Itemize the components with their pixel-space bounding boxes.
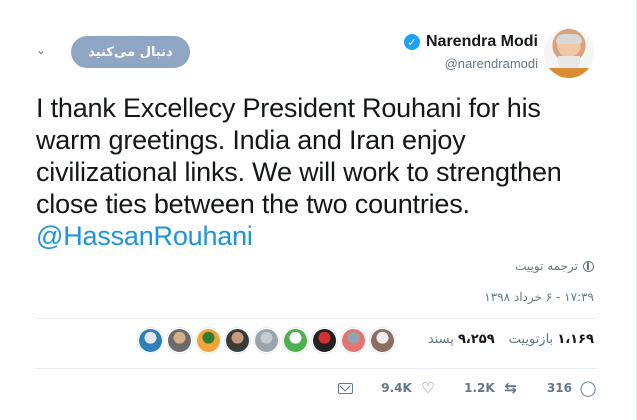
divider bbox=[36, 318, 596, 319]
tweet-timestamp[interactable]: ۱۷:۳۹ - ۶ خرداد ۱۳۹۸ bbox=[484, 290, 594, 304]
retweet-count: 1.2K bbox=[464, 381, 495, 395]
verified-badge-icon: ✓ bbox=[403, 34, 420, 50]
tweet-text-line: warm greetings. India and Iran enjoy bbox=[36, 125, 466, 155]
liker-avatars bbox=[138, 328, 395, 353]
liker-avatar[interactable] bbox=[341, 328, 366, 353]
envelope-icon bbox=[338, 382, 353, 394]
avatar-hair bbox=[556, 34, 582, 44]
reply-count: 316 bbox=[546, 381, 572, 395]
liker-avatar[interactable] bbox=[196, 328, 221, 353]
author-name-line[interactable]: ✓ Narendra Modi bbox=[403, 33, 538, 51]
engagement-stats: ۱،۱۶۹ بازتوییت ۹،۲۵۹ پسند bbox=[428, 332, 594, 347]
translate-tweet[interactable]: ترجمه توییت bbox=[515, 259, 594, 273]
reply-button[interactable]: 316 ◯ bbox=[546, 379, 597, 397]
liker-avatar[interactable] bbox=[312, 328, 337, 353]
liker-avatar[interactable] bbox=[254, 328, 279, 353]
translate-label[interactable]: ترجمه توییت bbox=[515, 259, 578, 273]
liker-avatar[interactable] bbox=[138, 328, 163, 353]
retweets-stat[interactable]: ۱،۱۶۹ بازتوییت bbox=[509, 332, 594, 347]
tweet-card: ✓ Narendra Modi @narendramodi دنبال می‌ک… bbox=[0, 0, 637, 420]
retweets-label: بازتوییت bbox=[508, 332, 554, 347]
like-count: 9.4K bbox=[381, 381, 412, 395]
mention-link[interactable]: @HassanRouhani bbox=[36, 221, 253, 251]
retweet-button[interactable]: 1.2K ⇆ bbox=[464, 379, 519, 397]
liker-avatar[interactable] bbox=[370, 328, 395, 353]
author-handle[interactable]: @narendramodi bbox=[445, 56, 538, 71]
profile-avatar[interactable] bbox=[544, 28, 594, 78]
tweet-text-line: I thank Excellecy President Rouhani for … bbox=[36, 93, 541, 123]
chevron-down-icon[interactable]: ⌄ bbox=[36, 44, 48, 56]
tweet-text: I thank Excellecy President Rouhani for … bbox=[36, 92, 606, 252]
avatar-shirt bbox=[544, 68, 594, 78]
divider bbox=[36, 368, 596, 369]
heart-icon: ♡ bbox=[421, 379, 435, 397]
tweet-text-line: civilizational links. We will work to st… bbox=[36, 157, 562, 187]
author-display-name[interactable]: Narendra Modi bbox=[426, 33, 538, 51]
liker-avatar[interactable] bbox=[167, 328, 192, 353]
retweet-icon: ⇆ bbox=[504, 379, 517, 397]
retweets-count: ۱،۱۶۹ bbox=[557, 332, 594, 347]
tweet-actions: 9.4K ♡ 1.2K ⇆ 316 ◯ bbox=[338, 378, 596, 398]
liker-avatar[interactable] bbox=[225, 328, 250, 353]
following-button[interactable]: دنبال می‌کنید bbox=[71, 36, 190, 68]
dm-button[interactable] bbox=[338, 382, 353, 394]
tweet-text-line: close ties between the two countries. bbox=[36, 189, 470, 219]
likes-stat[interactable]: ۹،۲۵۹ پسند bbox=[428, 332, 495, 347]
globe-icon bbox=[583, 260, 594, 272]
likes-label: پسند bbox=[427, 332, 454, 347]
like-button[interactable]: 9.4K ♡ bbox=[381, 379, 436, 397]
liker-avatar[interactable] bbox=[283, 328, 308, 353]
likes-count: ۹،۲۵۹ bbox=[457, 332, 495, 347]
reply-icon: ◯ bbox=[579, 379, 597, 397]
